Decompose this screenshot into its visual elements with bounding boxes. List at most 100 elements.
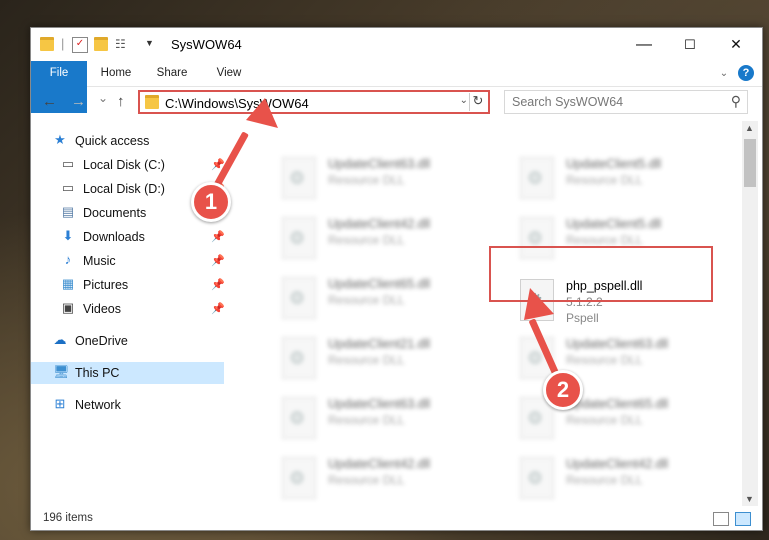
sidebar-item-label: Local Disk (C:): [83, 158, 165, 172]
file-type: Resource DLL: [566, 233, 643, 247]
file-item[interactable]: UpdateClient42.dll Resource DLL: [276, 453, 496, 503]
video-icon: ▣: [61, 300, 75, 315]
close-button[interactable]: ✕: [713, 28, 759, 61]
pin-icon[interactable]: 📌: [211, 278, 225, 291]
file-name: UpdateClient42.dll: [328, 217, 431, 231]
sidebar-item-local-disk-c[interactable]: ▭ Local Disk (C:) 📌: [31, 154, 225, 176]
sidebar-item-label: Music: [83, 254, 116, 268]
scroll-up-icon[interactable]: ▲: [745, 123, 754, 133]
sidebar-item-pictures[interactable]: ▦ Pictures 📌: [31, 274, 225, 296]
file-name: UpdateClient5.dll: [566, 157, 662, 171]
network-icon: ⊞: [54, 396, 66, 411]
file-item[interactable]: UpdateClient63.dll Resource DLL: [276, 153, 496, 205]
sidebar-item-label: Downloads: [83, 230, 145, 244]
maximize-button[interactable]: ☐: [667, 28, 713, 61]
star-icon: ★: [54, 132, 66, 147]
annotation-arrowhead-2: [524, 288, 554, 320]
sidebar-item-onedrive[interactable]: ☁ OneDrive: [31, 330, 224, 352]
file-type: Resource DLL: [566, 353, 643, 367]
navigation-bar: ← → ⌄ ↑ C:\Windows\SysWOW64 ⌄ ↻ Search S…: [31, 87, 762, 119]
scroll-down-icon[interactable]: ▼: [745, 494, 754, 504]
title-bar: | ✓ ☷ ▼ SysWOW64 — ☐ ✕: [31, 28, 762, 61]
pin-icon[interactable]: 📌: [211, 230, 225, 243]
sidebar-item-label: Videos: [83, 302, 121, 316]
recent-locations-button[interactable]: ⌄: [98, 91, 108, 105]
status-bar: 196 items: [31, 508, 762, 530]
sidebar-item-network[interactable]: ⊞ Network: [31, 394, 224, 416]
file-name: UpdateClient65.dll: [566, 397, 669, 411]
properties-icon[interactable]: ✓: [72, 37, 88, 53]
dll-file-icon: [282, 157, 316, 199]
dll-file-icon: [282, 217, 316, 259]
file-name: UpdateClient42.dll: [328, 457, 431, 471]
file-name: UpdateClient5.dll: [566, 217, 662, 231]
file-type: Resource DLL: [328, 293, 405, 307]
search-input[interactable]: Search SysWOW64 ⚲: [504, 90, 748, 114]
dll-file-icon: [520, 457, 554, 499]
tab-home[interactable]: Home: [93, 61, 139, 86]
tab-share[interactable]: Share: [149, 61, 195, 86]
pin-icon[interactable]: 📌: [211, 254, 225, 267]
pin-icon[interactable]: 📌: [211, 302, 225, 315]
file-type: Resource DLL: [328, 233, 405, 247]
address-path: C:\Windows\SysWOW64: [165, 96, 309, 111]
pictures-icon: ▦: [61, 276, 75, 291]
file-item[interactable]: UpdateClient42.dll Resource DLL: [276, 213, 496, 265]
step-1-badge: 1: [191, 182, 231, 222]
details-view-icon[interactable]: [713, 512, 729, 526]
music-icon: ♪: [64, 252, 72, 267]
file-item[interactable]: UpdateClient21.dll Resource DLL: [276, 333, 496, 385]
sidebar-item-music[interactable]: ♪ Music 📌: [31, 250, 225, 272]
document-icon: ▤: [61, 204, 75, 219]
file-type: Resource DLL: [328, 173, 405, 187]
sidebar-item-quick-access[interactable]: ★ Quick access: [31, 130, 224, 152]
address-bar[interactable]: C:\Windows\SysWOW64 ⌄ ↻: [138, 90, 490, 114]
navigation-pane: ★ Quick access ▭ Local Disk (C:) 📌 ▭ Local Dis…: [31, 124, 227, 504]
search-icon[interactable]: ⚲: [731, 93, 741, 110]
file-description: Pspell: [566, 311, 599, 325]
new-folder-icon[interactable]: [94, 37, 108, 51]
folder-icon: [145, 95, 159, 109]
vertical-scrollbar[interactable]: ▲ ▼: [742, 121, 758, 506]
step-2-badge: 2: [543, 370, 583, 410]
forward-button[interactable]: →: [71, 93, 86, 110]
drive-icon: ▭: [61, 180, 75, 195]
large-icons-view-icon[interactable]: [735, 512, 751, 526]
scrollbar-thumb[interactable]: [744, 139, 756, 187]
file-type: Resource DLL: [566, 173, 643, 187]
file-item[interactable]: UpdateClient42.dll Resource DLL: [514, 453, 734, 503]
help-icon[interactable]: ?: [738, 65, 754, 81]
tab-view[interactable]: View: [207, 61, 251, 86]
file-item[interactable]: UpdateClient65.dll Resource DLL: [276, 273, 496, 325]
file-name: UpdateClient65.dll: [328, 277, 431, 291]
dll-file-icon: [282, 397, 316, 439]
file-item[interactable]: UpdateClient63.dll Resource DLL: [276, 393, 496, 445]
file-name: UpdateClient63.dll: [328, 157, 431, 171]
dll-file-icon: [282, 337, 316, 379]
chevron-down-icon[interactable]: ⌄: [460, 95, 468, 106]
file-explorer-window: | ✓ ☷ ▼ SysWOW64 — ☐ ✕ File Home Share V…: [30, 27, 763, 531]
dll-file-icon: [520, 157, 554, 199]
annotation-arrowhead-1: [246, 98, 278, 128]
file-type: Resource DLL: [328, 473, 405, 487]
minimize-button[interactable]: —: [621, 28, 667, 61]
sidebar-item-label: Pictures: [83, 278, 129, 292]
file-name: UpdateClient21.dll: [328, 337, 431, 351]
sidebar-item-videos[interactable]: ▣ Videos 📌: [31, 298, 225, 320]
sidebar-item-label: Quick access: [75, 134, 150, 148]
back-button[interactable]: ←: [42, 93, 57, 110]
file-list: UpdateClient63.dllResource DLLUpdateClie…: [246, 123, 741, 503]
customize-toolbar-icon[interactable]: ☷: [115, 37, 129, 51]
file-type: Resource DLL: [328, 353, 405, 367]
sidebar-item-this-pc[interactable]: 🖥 This PC: [31, 362, 224, 384]
file-item[interactable]: UpdateClient5.dll Resource DLL: [514, 153, 734, 205]
item-count: 196 items: [43, 512, 93, 524]
up-button[interactable]: ↑: [117, 93, 125, 110]
ribbon-tabs: File Home Share View ⌄ ?: [31, 61, 762, 113]
sidebar-item-downloads[interactable]: ⬇ Downloads 📌: [31, 226, 225, 248]
file-name: UpdateClient42.dll: [566, 457, 669, 471]
file-name: UpdateClient63.dll: [328, 397, 431, 411]
refresh-button[interactable]: ↻: [469, 93, 486, 111]
chevron-down-icon[interactable]: ▼: [145, 38, 159, 52]
expand-ribbon-icon[interactable]: ⌄: [717, 61, 731, 86]
